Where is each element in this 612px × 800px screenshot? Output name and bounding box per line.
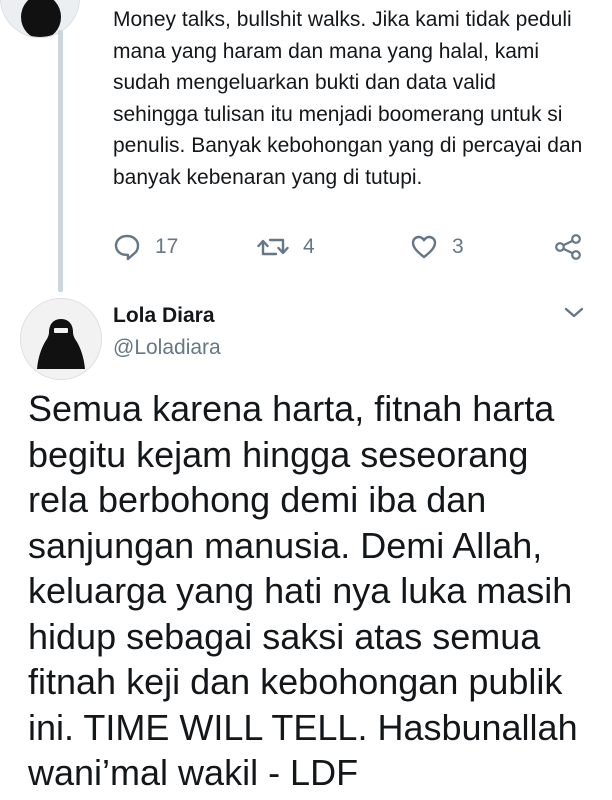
like-button[interactable]: 3 (410, 233, 464, 261)
heart-icon (411, 235, 437, 259)
share-icon (555, 234, 581, 260)
share-button[interactable] (553, 233, 583, 261)
reply-icon (114, 234, 140, 261)
reply-button[interactable]: 17 (113, 233, 178, 261)
chevron-down-icon (564, 307, 584, 318)
previous-tweet-actions: 17 4 3 (0, 233, 612, 269)
reply-count: 17 (155, 235, 179, 258)
retweet-icon (257, 238, 289, 256)
retweet-count: 4 (303, 235, 315, 258)
previous-tweet-text: Money talks, bullshit walks. Jika kami t… (113, 8, 583, 189)
avatar-silhouette-icon (21, 299, 101, 379)
previous-tweet-avatar[interactable] (0, 0, 80, 38)
author-handle[interactable]: @Loladiara (113, 336, 221, 360)
author-avatar[interactable] (20, 298, 102, 380)
like-count: 3 (452, 235, 464, 258)
tweet-menu-button[interactable] (562, 305, 586, 326)
retweet-button[interactable]: 4 (257, 233, 315, 261)
author-name[interactable]: Lola Diara (113, 304, 215, 328)
avatar-silhouette-icon (1, 0, 79, 37)
tweet-text: Semua karena harta, fitnah harta begitu … (28, 388, 578, 793)
